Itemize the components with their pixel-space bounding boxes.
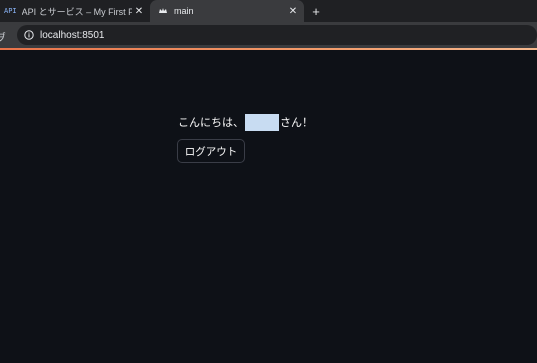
new-tab-button[interactable]: + [307,2,325,20]
tab-title: API とサービス – My First Proje [21,6,132,17]
greeting-prefix: こんにちは、 [178,116,244,129]
tab-strip: API API とサービス – My First Proje ✕ main ✕ … [0,0,537,22]
close-icon[interactable]: ✕ [132,4,146,18]
tab-api-services[interactable]: API API とサービス – My First Proje ✕ [0,0,150,22]
toolbar-edge-glyph[interactable]: ヺ [0,29,6,44]
browser-toolbar: ヺ localhost:8501 [0,22,537,48]
site-info-icon[interactable] [24,30,34,40]
close-icon[interactable]: ✕ [286,4,300,18]
app-page: こんにちは、 さん！ ログアウト [0,50,537,363]
username-highlight [245,113,279,131]
tab-title: main [174,6,194,16]
greeting-text: こんにちは、 さん！ [178,113,313,131]
address-bar[interactable]: localhost:8501 [17,25,537,45]
url-text: localhost:8501 [40,29,105,41]
greeting-suffix: さん！ [280,116,313,129]
browser-window: API API とサービス – My First Proje ✕ main ✕ … [0,0,537,363]
tab-main[interactable]: main ✕ [150,0,304,22]
logout-button[interactable]: ログアウト [177,139,245,163]
streamlit-crown-icon [158,6,168,16]
api-favicon-icon: API [4,7,17,15]
